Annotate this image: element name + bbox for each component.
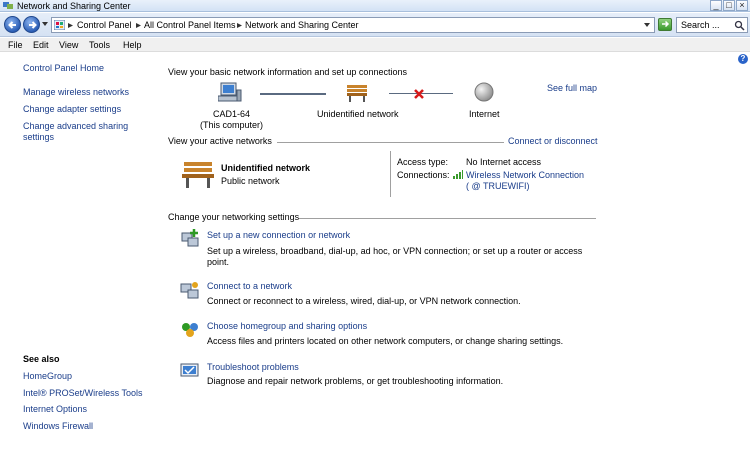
back-arrow-icon: [8, 21, 16, 29]
wifi-ssid-link[interactable]: ( @ TRUEWIFI): [466, 181, 529, 192]
active-networks-heading: View your active networks: [168, 136, 272, 146]
computer-sub: (This computer): [200, 120, 264, 130]
network-app-icon: [3, 2, 13, 9]
back-button[interactable]: [4, 16, 21, 33]
minimize-button[interactable]: _: [710, 0, 722, 11]
see-also-heading: See also: [23, 354, 60, 364]
connections-label: Connections:: [397, 170, 450, 180]
connect-network-desc: Connect or reconnect to a wireless, wire…: [207, 296, 521, 306]
breadcrumb-network-sharing[interactable]: Network and Sharing Center: [245, 19, 359, 32]
manage-wireless-networks-link[interactable]: Manage wireless networks: [23, 87, 129, 98]
search-placeholder: Search ...: [681, 20, 720, 30]
internet-options-link[interactable]: Internet Options: [23, 404, 87, 415]
control-panel-home-link[interactable]: Control Panel Home: [23, 63, 104, 74]
menu-tools[interactable]: Tools: [89, 39, 110, 51]
window-title: Network and Sharing Center: [17, 1, 131, 11]
breadcrumb-arrow-icon[interactable]: [68, 23, 73, 28]
address-dropdown-chevron-icon[interactable]: [644, 23, 650, 28]
homegroup-sharing-desc: Access files and printers located on oth…: [207, 336, 564, 346]
bench-network-icon: [347, 85, 367, 102]
setup-connection-desc: Set up a wireless, broadband, dial-up, a…: [207, 246, 583, 256]
access-type-label: Access type:: [397, 157, 449, 167]
internet-globe-icon: [474, 82, 494, 102]
left-pane: Control Panel Home Manage wireless netwo…: [0, 53, 158, 458]
breadcrumb-arrow-icon[interactable]: [136, 23, 141, 28]
search-icon[interactable]: [734, 20, 745, 31]
divider: [277, 142, 504, 143]
setup-connection-link[interactable]: Set up a new connection or network: [207, 230, 350, 241]
homegroup-icon: [182, 323, 198, 337]
change-adapter-settings-link[interactable]: Change adapter settings: [23, 104, 121, 115]
refresh-icon: [662, 20, 670, 28]
wireless-signal-icon: [453, 170, 463, 179]
connect-network-link[interactable]: Connect to a network: [207, 281, 292, 292]
active-network-type: Public network: [221, 176, 280, 186]
change-settings-heading: Change your networking settings: [168, 212, 300, 222]
computer-icon: [218, 82, 242, 102]
bench-network-icon: [182, 162, 214, 188]
menu-file[interactable]: File: [8, 39, 23, 51]
map-internet-label: Internet: [469, 109, 500, 119]
breadcrumb-control-panel[interactable]: Control Panel: [77, 19, 132, 32]
title-bar: Network and Sharing Center _ □ ×: [0, 0, 750, 12]
search-input[interactable]: Search ...: [676, 17, 748, 33]
divider: [299, 218, 596, 219]
troubleshoot-link[interactable]: Troubleshoot problems: [207, 362, 299, 373]
forward-button[interactable]: [23, 16, 40, 33]
recent-pages-chevron-icon[interactable]: [42, 21, 48, 27]
map-network-name: Unidentified network: [317, 109, 399, 119]
forward-arrow-icon: [29, 21, 37, 29]
page-heading: View your basic network information and …: [168, 67, 407, 77]
navigation-bar: Control Panel All Control Panel Items Ne…: [0, 13, 750, 37]
menu-help[interactable]: Help: [123, 39, 142, 51]
troubleshoot-desc: Diagnose and repair network problems, or…: [207, 376, 504, 386]
control-panel-icon: [54, 20, 65, 30]
menu-view[interactable]: View: [59, 39, 78, 51]
change-advanced-sharing-link-line2[interactable]: settings: [23, 132, 54, 143]
wireless-connection-link[interactable]: Wireless Network Connection: [466, 170, 584, 181]
menu-edit[interactable]: Edit: [33, 39, 49, 51]
see-full-map-link[interactable]: See full map: [547, 83, 597, 94]
connect-network-icon: [180, 282, 199, 299]
map-connection-line: [260, 93, 326, 95]
breadcrumb-arrow-icon[interactable]: [237, 23, 242, 28]
setup-connection-desc-line2: point.: [207, 257, 230, 267]
computer-name: CAD1-64: [213, 109, 251, 119]
no-connection-x-icon: [414, 89, 424, 99]
connect-disconnect-link[interactable]: Connect or disconnect: [508, 136, 598, 147]
homegroup-sharing-link[interactable]: Choose homegroup and sharing options: [207, 321, 367, 332]
intel-proset-link[interactable]: Intel® PROSet/Wireless Tools: [23, 388, 143, 399]
active-network-name: Unidentified network: [221, 163, 311, 173]
windows-firewall-link[interactable]: Windows Firewall: [23, 421, 93, 432]
divider: [390, 151, 391, 197]
close-button[interactable]: ×: [736, 0, 748, 11]
maximize-button[interactable]: □: [723, 0, 735, 11]
homegroup-link[interactable]: HomeGroup: [23, 371, 72, 382]
access-type-value: No Internet access: [466, 157, 542, 167]
new-connection-icon: [181, 229, 199, 247]
address-bar[interactable]: Control Panel All Control Panel Items Ne…: [51, 17, 655, 33]
refresh-button[interactable]: [658, 18, 672, 31]
troubleshoot-icon: [180, 363, 199, 377]
change-advanced-sharing-link[interactable]: Change advanced sharing: [23, 121, 128, 132]
breadcrumb-all-items[interactable]: All Control Panel Items: [144, 19, 236, 32]
menu-bar: File Edit View Tools Help: [0, 38, 750, 52]
main-content: View your basic network information and …: [158, 53, 750, 458]
